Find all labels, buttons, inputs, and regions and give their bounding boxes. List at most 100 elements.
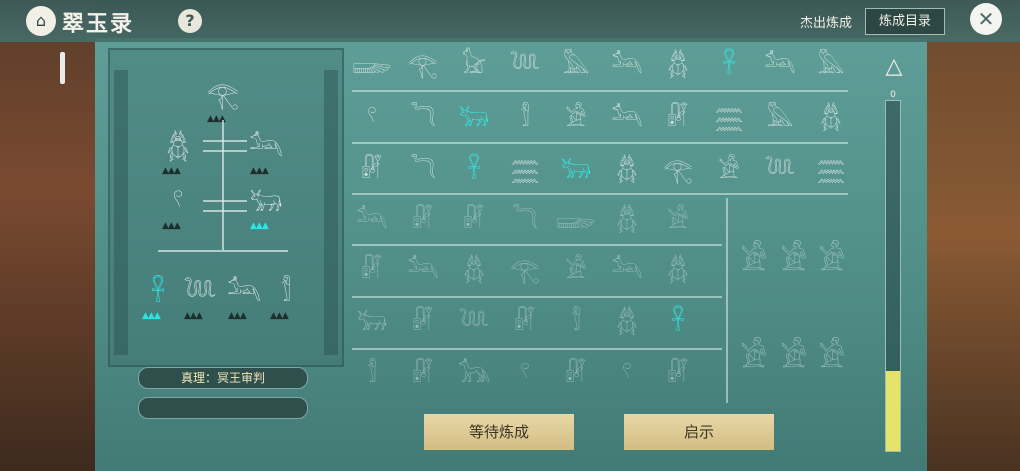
row-divider: [352, 244, 722, 246]
glyph-tile[interactable]: 𓃢: [607, 98, 647, 138]
glyph-tile[interactable]: 𓆣: [658, 250, 698, 290]
tree-node-rank: ▲▲▲: [162, 166, 181, 176]
tree-node-anubis[interactable]: 𓃢: [226, 275, 262, 311]
background-left: [0, 0, 95, 471]
glyph-tile[interactable]: 𓈗: [505, 150, 545, 190]
glyph-tile[interactable]: 𓍢: [352, 98, 392, 138]
tree-connector: [203, 200, 247, 202]
glyph-tile[interactable]: 𓆙: [454, 302, 494, 342]
glyph-tile[interactable]: 𓀀: [556, 98, 596, 138]
glyph-tile[interactable]: 𓀀: [658, 200, 698, 240]
glyph-tile[interactable]: 𓋹: [658, 302, 698, 342]
glyph-tile[interactable]: 𓏞: [454, 200, 494, 240]
tree-node-rank: ▲▲▲: [228, 311, 247, 321]
glyph-tile[interactable]: 𓆃: [352, 45, 392, 85]
glyph-tile[interactable]: 𓏞: [403, 302, 443, 342]
help-button[interactable]: ?: [178, 9, 202, 33]
glyph-tile[interactable]: 𓋹: [454, 150, 494, 190]
glyph-tile[interactable]: 𓈗: [709, 98, 749, 138]
glyph-tile[interactable]: 𓅓: [811, 45, 851, 85]
glyph-tile[interactable]: 𓆓: [403, 98, 443, 138]
glyph-tile[interactable]: 𓅓: [556, 45, 596, 85]
glyph-tile[interactable]: 𓆣: [607, 200, 647, 240]
row-divider: [352, 348, 722, 350]
glyph-tile[interactable]: 𓆣: [454, 250, 494, 290]
glyph-tile[interactable]: 𓀀: [556, 250, 596, 290]
tree-node-rank: ▲▲▲: [270, 311, 289, 321]
glyph-tile[interactable]: 𓂀: [403, 45, 443, 85]
tree-node-eye-of-horus[interactable]: 𓂀: [205, 78, 241, 114]
gauge-fill: [886, 370, 900, 451]
background-right: [920, 0, 1020, 471]
glyph-tile[interactable]: 𓃢: [607, 45, 647, 85]
glyph-tile[interactable]: 𓆙: [760, 150, 800, 190]
glyph-tile[interactable]: 𓃒: [454, 98, 494, 138]
tree-node-ring[interactable]: 𓍢: [160, 185, 196, 221]
glyph-tile[interactable]: 𓂀: [658, 150, 698, 190]
standing-figure-icon: 𓀀: [780, 243, 808, 278]
glyph-tile[interactable]: 𓃥: [454, 354, 494, 394]
glyph-tile[interactable]: 𓀾: [352, 354, 392, 394]
emerald-logo-icon: ⌂: [26, 6, 56, 36]
glyph-tile[interactable]: 𓀾: [505, 98, 545, 138]
glyph-tile[interactable]: 𓆃: [556, 200, 596, 240]
glyph-tile[interactable]: 𓏞: [658, 354, 698, 394]
glyph-tile[interactable]: 𓈗: [811, 150, 851, 190]
glyph-tile[interactable]: 𓀾: [556, 302, 596, 342]
tree-connector: [158, 250, 288, 252]
tree-node-serpent[interactable]: 𓆙: [182, 275, 218, 311]
close-button[interactable]: ✕: [970, 3, 1002, 35]
row-divider: [352, 296, 722, 298]
glyph-tile[interactable]: 𓍢: [607, 354, 647, 394]
glyph-tile[interactable]: 𓆣: [811, 98, 851, 138]
glyph-tile[interactable]: 𓀀: [709, 150, 749, 190]
wait-synthesis-button[interactable]: 等待炼成: [424, 414, 574, 450]
glyph-tile[interactable]: 𓆓: [505, 200, 545, 240]
standing-figure-icon: 𓀀: [818, 340, 846, 375]
glyph-tile[interactable]: 𓏞: [403, 354, 443, 394]
glyph-tile[interactable]: 𓃢: [352, 200, 392, 240]
glyph-tile[interactable]: 𓃢: [607, 250, 647, 290]
tree-node-bull[interactable]: 𓃒: [248, 185, 284, 221]
glyph-tile[interactable]: 𓆣: [607, 150, 647, 190]
row-divider: [352, 142, 848, 144]
truth-label: 真理：冥王审判: [138, 367, 308, 389]
glyph-tile[interactable]: 𓏞: [658, 98, 698, 138]
glyph-tile[interactable]: 𓆣: [607, 302, 647, 342]
standing-figure-icon: 𓀀: [740, 243, 768, 278]
glyph-tile[interactable]: 𓏞: [556, 354, 596, 394]
glyph-tile[interactable]: 𓆣: [658, 45, 698, 85]
side-drawer-handle[interactable]: [60, 52, 65, 84]
glyph-tile[interactable]: 𓅓: [760, 98, 800, 138]
glyph-tile[interactable]: 𓏞: [403, 200, 443, 240]
tree-node-feathers[interactable]: 𓆣: [160, 130, 196, 166]
row-divider: [352, 90, 848, 92]
glyph-tile[interactable]: 𓆓: [403, 150, 443, 190]
synthesis-catalog-button[interactable]: 炼成目录: [865, 8, 945, 35]
glyph-tile[interactable]: 𓆙: [505, 45, 545, 85]
progress-gauge: [885, 100, 901, 452]
tree-node-rank: ▲▲▲: [162, 221, 181, 231]
tree-node-mummy[interactable]: 𓀾: [268, 275, 304, 311]
glyph-tile[interactable]: 𓂀: [505, 250, 545, 290]
glyph-tile[interactable]: 𓏞: [352, 250, 392, 290]
glyph-tile[interactable]: 𓏞: [505, 302, 545, 342]
glyph-tile[interactable]: 𓃢: [403, 250, 443, 290]
glyph-tile[interactable]: 𓍢: [505, 354, 545, 394]
glyph-tile[interactable]: 𓏞: [352, 150, 392, 190]
glyph-tile[interactable]: 𓃠: [454, 45, 494, 85]
page-title: 翠玉录: [62, 12, 135, 37]
excellent-synthesis-link[interactable]: 杰出炼成: [800, 12, 852, 31]
gauge-value: 0: [890, 90, 896, 100]
glyph-tile[interactable]: 𓃒: [556, 150, 596, 190]
glyph-tile[interactable]: 𓃢: [760, 45, 800, 85]
glyph-tile[interactable]: 𓃒: [352, 302, 392, 342]
ankh-triangle-icon: △: [885, 54, 903, 79]
tree-node-crook-flail[interactable]: 𓋹: [140, 275, 176, 311]
tree-node-jackal[interactable]: 𓃢: [248, 130, 284, 166]
hint-button[interactable]: 启示: [624, 414, 774, 450]
glyph-tile[interactable]: 𓋹: [709, 45, 749, 85]
standing-figure-icon: 𓀀: [818, 243, 846, 278]
tree-node-rank: ▲▲▲: [142, 311, 161, 321]
standing-figure-icon: 𓀀: [780, 340, 808, 375]
